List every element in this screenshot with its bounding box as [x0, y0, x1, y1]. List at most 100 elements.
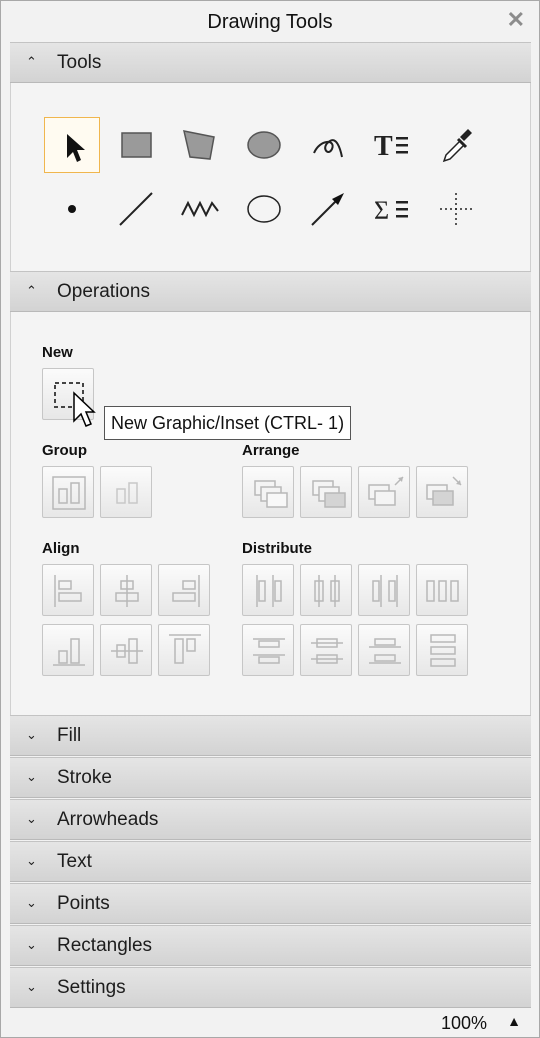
align-left-button[interactable]	[42, 564, 94, 616]
align-center-icon	[115, 575, 139, 607]
chevron-down-icon: ⌄	[26, 937, 37, 952]
title-bar: Drawing Tools ✕	[1, 1, 539, 41]
tool-point[interactable]	[44, 181, 100, 237]
select-arrow-icon	[67, 134, 85, 162]
section-label-points: Points	[57, 893, 110, 914]
arrange-label: Arrange	[242, 442, 300, 459]
align-bottom-icon	[53, 638, 85, 666]
tool-eyedropper[interactable]	[428, 117, 484, 173]
group-button[interactable]	[42, 466, 94, 518]
crosshair-icon	[440, 193, 472, 225]
send-backward-icon	[426, 476, 462, 506]
align-middle-icon	[111, 638, 143, 664]
drawing-tools-window: Drawing Tools ✕ ⌃ Tools T Σ ⌃ Operations…	[0, 0, 540, 1038]
mouse-pointer-icon	[73, 391, 96, 427]
bring-to-front-icon	[254, 480, 288, 508]
chevron-up-icon: ⌃	[26, 283, 37, 298]
distribute-vertical-button[interactable]	[416, 624, 468, 676]
section-header-tools[interactable]: ⌃ Tools	[10, 42, 531, 83]
distribute-bottom-icon	[369, 638, 401, 664]
align-right-icon	[172, 575, 200, 607]
chevron-down-icon: ⌄	[26, 853, 37, 868]
section-header-points[interactable]: ⌄ Points	[10, 883, 531, 924]
align-middle-button[interactable]	[100, 624, 152, 676]
distribute-horizontal-button[interactable]	[416, 564, 468, 616]
zoom-level: 100%	[440, 1013, 487, 1033]
tool-freehand[interactable]	[300, 117, 356, 173]
distribute-bottom-button[interactable]	[358, 624, 410, 676]
align-bottom-button[interactable]	[42, 624, 94, 676]
text-glyph: T	[374, 131, 393, 162]
tools-panel: T Σ	[10, 83, 531, 271]
tool-ellipse[interactable]	[236, 117, 292, 173]
distribute-center-icon	[314, 575, 340, 607]
section-header-operations[interactable]: ⌃ Operations	[10, 271, 531, 312]
chevron-down-icon: ⌄	[26, 811, 37, 826]
chevron-down-icon: ⌄	[26, 769, 37, 784]
tool-select[interactable]	[44, 117, 100, 173]
section-header-rectangles[interactable]: ⌄ Rectangles	[10, 925, 531, 966]
freehand-curve-icon	[313, 139, 343, 158]
align-top-button[interactable]	[158, 624, 210, 676]
tool-vector[interactable]	[300, 181, 356, 237]
text-icon: T	[374, 131, 408, 162]
operations-panel: New Group Arrange Align Distribute	[10, 312, 531, 715]
distribute-middle-button[interactable]	[300, 624, 352, 676]
group-label: Group	[42, 442, 87, 459]
send-to-back-button[interactable]	[300, 466, 352, 518]
align-left-icon	[54, 575, 82, 607]
tool-crosshair[interactable]	[428, 181, 484, 237]
distribute-top-button[interactable]	[242, 624, 294, 676]
section-label-settings: Settings	[57, 977, 126, 998]
align-right-button[interactable]	[158, 564, 210, 616]
distribute-top-icon	[253, 638, 285, 664]
section-label-stroke: Stroke	[57, 767, 112, 788]
rectangle-icon	[121, 132, 152, 158]
bring-forward-button[interactable]	[358, 466, 410, 518]
tool-circle[interactable]	[236, 181, 292, 237]
section-label-rectangles: Rectangles	[57, 935, 153, 956]
tool-rectangle[interactable]	[108, 117, 164, 173]
section-label-text: Text	[57, 851, 92, 872]
tool-polyline[interactable]	[172, 181, 228, 237]
zoom-up-icon[interactable]: ▲	[507, 1013, 521, 1029]
send-to-back-icon	[312, 480, 346, 508]
distribute-right-button[interactable]	[358, 564, 410, 616]
section-header-settings[interactable]: ⌄ Settings	[10, 967, 531, 1008]
align-center-button[interactable]	[100, 564, 152, 616]
section-header-fill[interactable]: ⌄ Fill	[10, 715, 531, 756]
section-header-arrowheads[interactable]: ⌄ Arrowheads	[10, 799, 531, 840]
bring-to-front-button[interactable]	[242, 466, 294, 518]
chevron-up-icon: ⌃	[26, 54, 37, 69]
section-label-operations: Operations	[57, 281, 150, 302]
tool-math-text[interactable]: Σ	[364, 181, 420, 237]
distribute-center-button[interactable]	[300, 564, 352, 616]
section-label-tools: Tools	[57, 52, 102, 73]
ungroup-button[interactable]	[100, 466, 152, 518]
bring-forward-icon	[368, 476, 404, 506]
section-header-stroke[interactable]: ⌄ Stroke	[10, 757, 531, 798]
tool-line[interactable]	[108, 181, 164, 237]
chevron-down-icon: ⌄	[26, 979, 37, 994]
distribute-label: Distribute	[242, 540, 313, 557]
group-icon	[52, 476, 86, 510]
ungroup-icon	[116, 482, 138, 504]
send-backward-button[interactable]	[416, 466, 468, 518]
align-label: Align	[42, 540, 80, 557]
tool-text[interactable]: T	[364, 117, 420, 173]
section-label-arrowheads: Arrowheads	[57, 809, 159, 830]
new-label: New	[42, 344, 73, 361]
chevron-down-icon: ⌄	[26, 727, 37, 742]
close-icon[interactable]: ✕	[507, 7, 525, 33]
math-text-icon: Σ	[374, 196, 408, 225]
math-glyph: Σ	[374, 196, 389, 225]
section-label-fill: Fill	[57, 725, 82, 746]
distribute-horizontal-icon	[426, 580, 459, 602]
window-title: Drawing Tools	[207, 11, 333, 33]
distribute-right-icon	[372, 575, 398, 607]
tool-polygon[interactable]	[172, 117, 228, 173]
section-header-text[interactable]: ⌄ Text	[10, 841, 531, 882]
distribute-left-button[interactable]	[242, 564, 294, 616]
chevron-down-icon: ⌄	[26, 895, 37, 910]
point-icon	[68, 205, 76, 213]
